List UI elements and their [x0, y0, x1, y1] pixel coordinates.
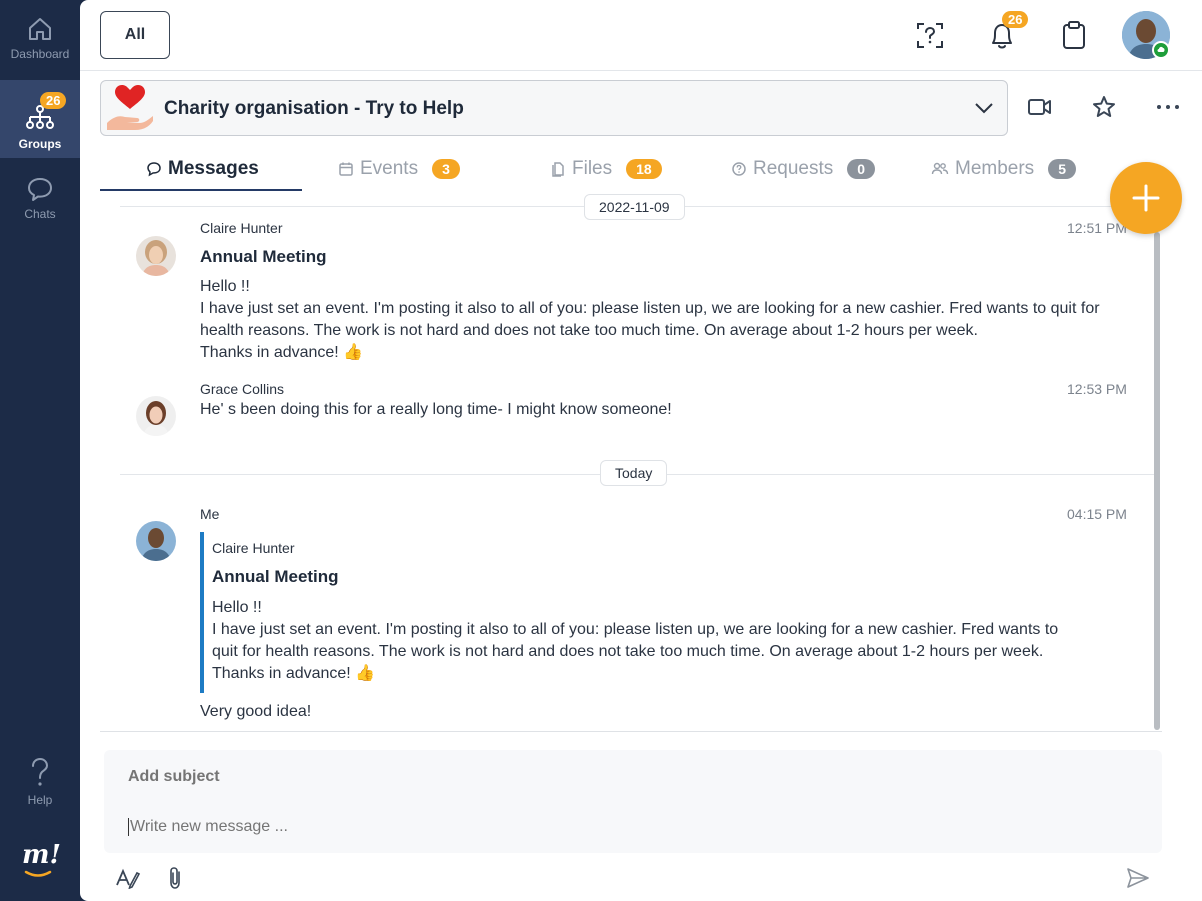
help-scan-button[interactable] [913, 17, 947, 53]
message-line: I have just set an event. I'm posting it… [200, 300, 1100, 317]
groups-count-badge: 26 [40, 92, 67, 109]
sidebar-item-dashboard[interactable]: Dashboard [0, 0, 80, 78]
group-selector[interactable]: Charity organisation - Try to Help [100, 80, 1008, 136]
avatar-image [136, 236, 176, 276]
paperclip-icon [170, 867, 180, 889]
message-line: health reasons. The work is not hard and… [200, 322, 978, 339]
video-camera-icon [1028, 99, 1051, 115]
message-body: He' s been doing this for a really long … [200, 401, 672, 418]
tab-active-indicator [100, 189, 302, 191]
sidebar-item-label: Groups [18, 137, 62, 151]
quoted-line: I have just set an event. I'm posting it… [212, 621, 1059, 638]
quoted-line: Thanks in advance! 👍 [212, 665, 376, 682]
home-icon [29, 18, 51, 40]
star-icon [1093, 96, 1115, 117]
tab-members[interactable]: Members 5 [931, 146, 1076, 191]
text-format-button[interactable] [114, 864, 142, 892]
quoted-line: Hello !! [212, 599, 262, 616]
message-time: 12:53 PM [1067, 381, 1127, 397]
app-logo: m! [22, 840, 62, 880]
date-separator: 2022-11-09 [584, 194, 685, 220]
sidebar-item-label: Dashboard [10, 47, 70, 61]
message-sender: Me [200, 506, 220, 522]
quoted-subject: Annual Meeting [212, 567, 339, 586]
main-panel: All 26 Charity organisation - Try to Hel… [80, 0, 1202, 901]
app-logo-text: m! [22, 840, 61, 870]
add-new-button[interactable] [1110, 162, 1182, 234]
sidebar: Dashboard Groups 26 Chats Help m! [0, 0, 80, 901]
members-icon [931, 162, 949, 174]
subject-input[interactable] [128, 768, 728, 786]
question-icon [32, 757, 49, 786]
tab-badge: 18 [626, 158, 662, 179]
send-icon [1127, 868, 1149, 888]
favorite-button[interactable] [1089, 92, 1119, 122]
avatar-grace-collins[interactable] [136, 396, 176, 436]
message-line: Thanks in advance! 👍 [200, 344, 364, 361]
message-scrollbar[interactable] [1154, 232, 1160, 730]
message-input[interactable] [128, 818, 1028, 836]
avatar-me[interactable] [136, 521, 176, 561]
message-list[interactable]: 2022-11-09 Claire Hunter 12:51 PM Annual… [100, 192, 1162, 812]
question-bubble-icon [732, 161, 746, 176]
tab-label: Events [360, 157, 419, 179]
online-status-icon [1152, 41, 1170, 59]
message-sender: Grace Collins [200, 381, 285, 397]
charity-heart-hand-icon [107, 85, 153, 130]
tab-badge: 0 [847, 158, 876, 179]
date-separator: Today [600, 460, 668, 486]
message-line: Hello !! [200, 278, 250, 295]
message-time: 04:15 PM [1067, 506, 1127, 522]
tab-label: Messages [168, 157, 259, 179]
more-dots-icon [1157, 105, 1179, 109]
avatar-claire-hunter[interactable] [136, 236, 176, 276]
calendar-icon [339, 162, 353, 176]
avatar-image [136, 521, 176, 561]
sidebar-item-label: Help [27, 793, 53, 807]
video-call-button[interactable] [1025, 92, 1055, 122]
message-body: Hello !! I have just set an event. I'm p… [200, 276, 1160, 364]
tab-label: Files [572, 157, 613, 179]
plus-icon [1132, 184, 1160, 212]
tab-badge: 5 [1048, 158, 1076, 179]
tab-messages[interactable]: Messages [146, 146, 259, 191]
more-options-button[interactable] [1153, 92, 1183, 122]
quoted-line: quit for health reasons. The work is not… [212, 643, 1044, 660]
clipboard-button[interactable] [1057, 17, 1091, 53]
attach-file-button[interactable] [162, 864, 190, 892]
message-time: 12:51 PM [1067, 220, 1127, 236]
tab-bar: Messages Events 3 Files 18 Requests 0 Me… [100, 146, 1100, 192]
message-body: Very good idea! [200, 703, 312, 720]
filter-all-button[interactable]: All [100, 11, 170, 59]
tab-badge: 3 [432, 158, 460, 179]
avatar-image [136, 396, 176, 436]
text-format-icon [116, 868, 141, 889]
tab-label: Members [955, 157, 1035, 179]
sidebar-item-groups[interactable]: Groups 26 [0, 80, 80, 158]
top-bar: All 26 [80, 0, 1202, 71]
clipboard-icon [1063, 21, 1085, 49]
chat-bubble-icon [147, 161, 161, 176]
quoted-message[interactable]: Claire Hunter Annual Meeting Hello !! I … [200, 532, 1080, 693]
tab-events[interactable]: Events 3 [338, 146, 460, 191]
group-name: Charity organisation - Try to Help [164, 98, 464, 119]
send-button[interactable] [1124, 864, 1152, 892]
chevron-down-icon [975, 103, 993, 114]
sidebar-item-label: Chats [24, 207, 56, 221]
message-sender: Claire Hunter [200, 220, 283, 236]
sidebar-item-chats[interactable]: Chats [0, 160, 80, 238]
message-subject: Annual Meeting [200, 247, 327, 266]
notifications-badge: 26 [1002, 11, 1029, 28]
sidebar-item-help[interactable]: Help [0, 742, 80, 820]
logo-smile-icon [24, 870, 52, 877]
file-icon [552, 161, 564, 177]
message-composer [104, 750, 1162, 853]
quoted-body: Hello !! I have just set an event. I'm p… [212, 597, 1092, 685]
question-frame-icon [917, 23, 943, 48]
tab-files[interactable]: Files 18 [550, 146, 662, 191]
quoted-sender: Claire Hunter [212, 540, 295, 556]
chat-bubble-icon [28, 178, 52, 201]
tab-label: Requests [753, 157, 834, 179]
tab-requests[interactable]: Requests 0 [731, 146, 876, 191]
